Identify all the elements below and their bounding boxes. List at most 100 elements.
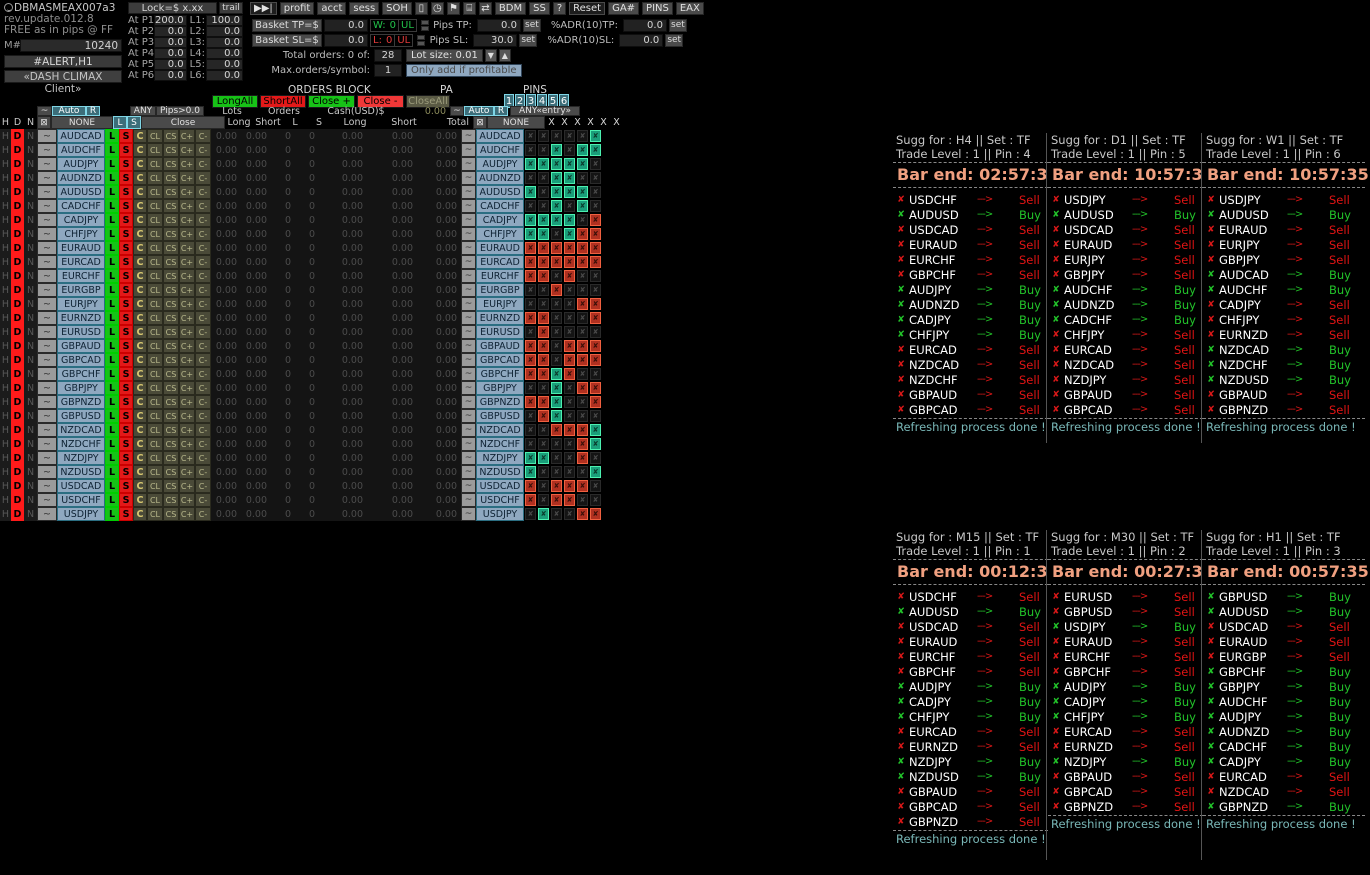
- pin-cell-6[interactable]: ✘: [590, 270, 601, 282]
- row-short-button[interactable]: S: [119, 353, 133, 367]
- list-item[interactable]: ✘ NZDCAD ---> Sell: [1203, 784, 1365, 799]
- row-pins-tilde-toggle[interactable]: ~: [461, 129, 476, 143]
- pin-cell-6[interactable]: ✘: [590, 368, 601, 380]
- pips-sl-set-button[interactable]: set: [519, 34, 538, 47]
- row-close-minus-button[interactable]: C-: [195, 199, 211, 213]
- row-n-toggle[interactable]: N: [24, 367, 37, 381]
- row-close-plus-button[interactable]: C+: [179, 409, 195, 423]
- row-pins-symbol-label[interactable]: CHFJPY: [476, 227, 524, 241]
- row-pins-tilde-toggle[interactable]: ~: [461, 325, 476, 339]
- basket-tp-button[interactable]: Basket TP=$: [252, 19, 322, 32]
- row-close-short-button[interactable]: CS: [163, 255, 179, 269]
- row-short-button[interactable]: S: [119, 479, 133, 493]
- row-short-button[interactable]: S: [119, 339, 133, 353]
- any-entry-button[interactable]: ANY«entry»: [510, 106, 580, 116]
- row-disable-toggle[interactable]: D: [11, 451, 24, 465]
- row-disable-toggle[interactable]: D: [11, 269, 24, 283]
- row-pins-tilde-toggle[interactable]: ~: [461, 199, 476, 213]
- pin-cell-5[interactable]: ✘: [577, 452, 588, 464]
- row-close-plus-button[interactable]: C+: [179, 171, 195, 185]
- pin-cell-5[interactable]: ✘: [577, 172, 588, 184]
- pin-cell-2[interactable]: ✘: [538, 186, 549, 198]
- list-item[interactable]: ✘ NZDJPY ---> Buy: [893, 754, 1053, 769]
- row-pins-tilde-toggle[interactable]: ~: [461, 381, 476, 395]
- row-n-toggle[interactable]: N: [24, 129, 37, 143]
- pin-cell-4[interactable]: ✘: [564, 382, 575, 394]
- pin-cell-2[interactable]: ✘: [538, 298, 549, 310]
- row-close-button[interactable]: C: [133, 241, 147, 255]
- row-short-button[interactable]: S: [119, 423, 133, 437]
- row-tilde-toggle[interactable]: ~: [37, 283, 57, 297]
- ga-button[interactable]: GA#: [608, 2, 640, 15]
- list-item[interactable]: ✘ EURUSD ---> Sell: [1048, 589, 1208, 604]
- pin-cell-4[interactable]: ✘: [564, 312, 575, 324]
- pin-cell-2[interactable]: ✘: [538, 424, 549, 436]
- pin-cell-5[interactable]: ✘: [577, 228, 588, 240]
- only-add-if-profitable-button[interactable]: Only add if profitable: [406, 64, 522, 77]
- profit-button[interactable]: profit: [279, 2, 315, 15]
- pin-cell-4[interactable]: ✘: [564, 494, 575, 506]
- row-disable-toggle[interactable]: D: [11, 143, 24, 157]
- row-pins-tilde-toggle[interactable]: ~: [461, 479, 476, 493]
- row-close-plus-button[interactable]: C+: [179, 465, 195, 479]
- pin-cell-5[interactable]: ✘: [577, 284, 588, 296]
- row-pins-tilde-toggle[interactable]: ~: [461, 339, 476, 353]
- pin-cell-5[interactable]: ✘: [577, 368, 588, 380]
- row-close-minus-button[interactable]: C-: [195, 479, 211, 493]
- list-item[interactable]: ✘ GBPAUD ---> Sell: [1048, 387, 1208, 402]
- pin-cell-3[interactable]: ✘: [551, 452, 562, 464]
- row-pins-tilde-toggle[interactable]: ~: [461, 185, 476, 199]
- row-tilde-toggle[interactable]: ~: [37, 213, 57, 227]
- pin-cell-5[interactable]: ✘: [577, 298, 588, 310]
- row-tilde-toggle[interactable]: ~: [37, 199, 57, 213]
- row-disable-toggle[interactable]: D: [11, 339, 24, 353]
- row-close-plus-button[interactable]: C+: [179, 437, 195, 451]
- row-close-long-button[interactable]: CL: [147, 423, 163, 437]
- pin-cell-4[interactable]: ✘: [564, 326, 575, 338]
- row-close-short-button[interactable]: CS: [163, 213, 179, 227]
- pin-cell-3[interactable]: ✘: [551, 200, 562, 212]
- list-item[interactable]: ✘ EURAUD ---> Sell: [893, 237, 1053, 252]
- row-symbol-label[interactable]: EURAUD: [57, 241, 105, 255]
- row-close-button[interactable]: C: [133, 269, 147, 283]
- row-n-toggle[interactable]: N: [24, 185, 37, 199]
- row-close-long-button[interactable]: CL: [147, 227, 163, 241]
- row-pins-symbol-label[interactable]: EURJPY: [476, 297, 524, 311]
- row-close-button[interactable]: C: [133, 409, 147, 423]
- list-item[interactable]: ✘ AUDUSD ---> Buy: [893, 604, 1053, 619]
- pin-cell-3[interactable]: ✘: [551, 326, 562, 338]
- row-close-plus-button[interactable]: C+: [179, 311, 195, 325]
- row-pins-symbol-label[interactable]: AUDNZD: [476, 171, 524, 185]
- row-disable-toggle[interactable]: D: [11, 297, 24, 311]
- tilde-toggle-2[interactable]: ~: [450, 106, 464, 116]
- row-close-short-button[interactable]: CS: [163, 157, 179, 171]
- row-pins-symbol-label[interactable]: AUDJPY: [476, 157, 524, 171]
- row-close-plus-button[interactable]: C+: [179, 297, 195, 311]
- col-l-header[interactable]: L: [113, 116, 127, 129]
- list-item[interactable]: ✘ CADJPY ---> Buy: [1203, 754, 1365, 769]
- list-item[interactable]: ✘ GBPUSD ---> Buy: [1203, 589, 1365, 604]
- row-tilde-toggle[interactable]: ~: [37, 255, 57, 269]
- row-disable-toggle[interactable]: D: [11, 381, 24, 395]
- pin-cell-6[interactable]: ✘: [590, 508, 601, 520]
- pin-cell-1[interactable]: ✘: [525, 228, 536, 240]
- row-close-short-button[interactable]: CS: [163, 479, 179, 493]
- row-short-button[interactable]: S: [119, 395, 133, 409]
- list-item[interactable]: ✘ EURJPY ---> Sell: [1203, 237, 1365, 252]
- row-disable-toggle[interactable]: D: [11, 479, 24, 493]
- soh-button[interactable]: SOH: [382, 2, 412, 15]
- pin-cell-4[interactable]: ✘: [564, 200, 575, 212]
- row-symbol-label[interactable]: GBPNZD: [57, 395, 105, 409]
- list-item[interactable]: ✘ NZDCAD ---> Buy: [1203, 342, 1365, 357]
- r-button-2[interactable]: R: [494, 106, 508, 116]
- pin-cell-6[interactable]: ✘: [590, 312, 601, 324]
- row-disable-toggle[interactable]: D: [11, 325, 24, 339]
- row-hide-toggle[interactable]: H: [0, 325, 11, 339]
- row-pins-symbol-label[interactable]: NZDCHF: [476, 437, 524, 451]
- row-long-button[interactable]: L: [105, 297, 119, 311]
- list-item[interactable]: ✘ USDCAD ---> Sell: [893, 619, 1053, 634]
- list-item[interactable]: ✘ GBPNZD ---> Sell: [1048, 799, 1208, 814]
- list-item[interactable]: ✘ AUDNZD ---> Buy: [893, 297, 1053, 312]
- list-item[interactable]: ✘ AUDJPY ---> Buy: [1048, 679, 1208, 694]
- row-close-short-button[interactable]: CS: [163, 199, 179, 213]
